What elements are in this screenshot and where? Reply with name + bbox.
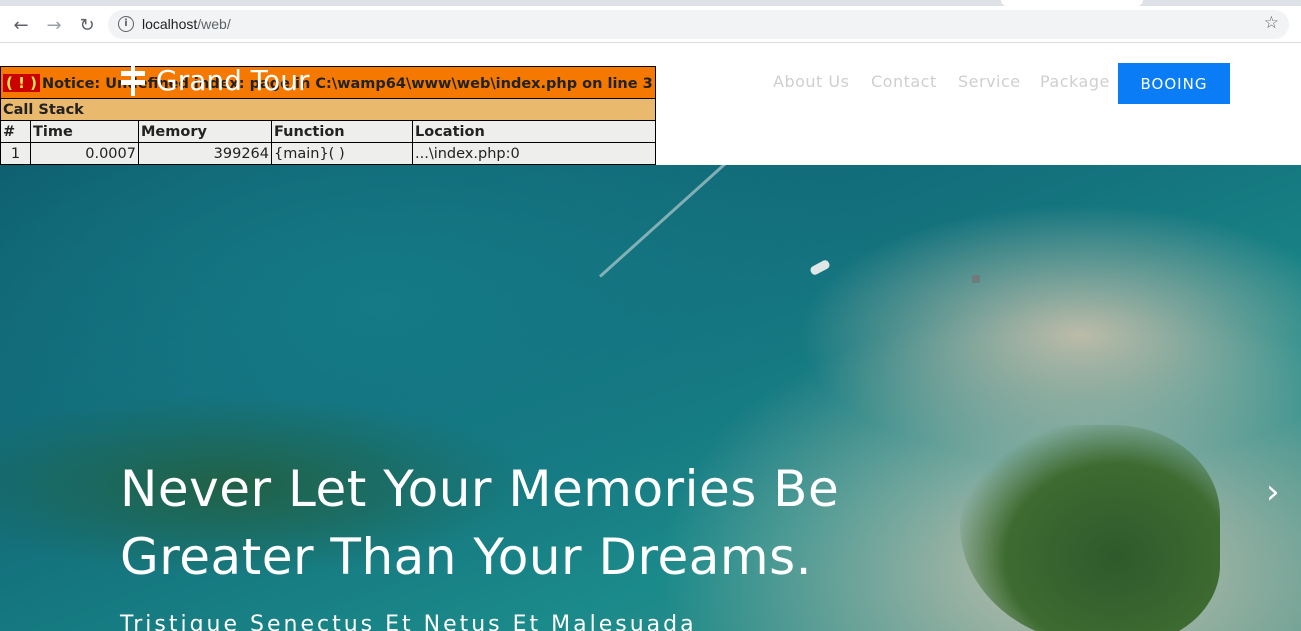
column-header: Location — [412, 120, 656, 143]
info-icon[interactable]: i — [118, 16, 134, 32]
booking-button[interactable]: BOOING — [1118, 63, 1230, 104]
row-time: 0.0007 — [30, 142, 139, 165]
hero-banner: Never Let Your Memories Be Greater Than … — [0, 165, 1301, 631]
hero-headline: Never Let Your Memories Be Greater Than … — [120, 455, 1020, 591]
boat-wake — [598, 165, 780, 278]
column-header: Memory — [138, 120, 272, 143]
browser-toolbar: ← → ↻ i localhost/web/ ☆ — [0, 6, 1301, 43]
column-header: Time — [30, 120, 139, 143]
hero-headline-line-2: Greater Than Your Dreams. — [120, 528, 813, 586]
nav-link-about[interactable]: About Us — [773, 72, 849, 91]
hero-subline: Tristique Senectus Et Netus Et Malesuada — [120, 612, 697, 631]
nav-link-contact[interactable]: Contact — [871, 72, 937, 91]
row-function: {main}( ) — [271, 142, 413, 165]
php-notice-header: ( ! ) Notice: Undefined index: page in C:… — [0, 66, 656, 99]
nav-link-package[interactable]: Package — [1040, 72, 1110, 91]
brand-logo-link[interactable]: Grand Tour — [120, 64, 310, 97]
url-path: /web/ — [197, 16, 231, 32]
address-bar[interactable]: i localhost/web/ ☆ — [108, 10, 1289, 39]
forward-arrow-icon[interactable]: → — [41, 12, 67, 38]
column-header: # — [0, 120, 31, 143]
boat-shape — [809, 258, 831, 277]
signpost-icon — [120, 65, 146, 96]
star-icon[interactable]: ☆ — [1264, 13, 1279, 33]
url-host: localhost — [142, 16, 198, 32]
back-arrow-icon[interactable]: ← — [8, 12, 34, 38]
url-text[interactable]: localhost/web/ — [142, 16, 231, 32]
chevron-right-icon[interactable]: › — [1266, 472, 1280, 512]
row-location: ...\index.php:0 — [412, 142, 656, 165]
row-number: 1 — [0, 142, 31, 165]
hero-headline-line-1: Never Let Your Memories Be — [120, 460, 840, 518]
warning-icon: ( ! ) — [3, 73, 40, 92]
table-row: 1 0.0007 399264 {main}( ) ...\index.php:… — [0, 142, 656, 165]
column-header: Function — [271, 120, 413, 143]
row-memory: 399264 — [138, 142, 272, 165]
call-stack-label: Call Stack — [0, 98, 656, 121]
nav-link-service[interactable]: Service — [958, 72, 1021, 91]
brand-name: Grand Tour — [156, 64, 310, 97]
reload-icon[interactable]: ↻ — [74, 12, 100, 38]
buoy-shape — [972, 275, 980, 283]
php-error-table: ( ! ) Notice: Undefined index: page in C:… — [0, 66, 656, 165]
